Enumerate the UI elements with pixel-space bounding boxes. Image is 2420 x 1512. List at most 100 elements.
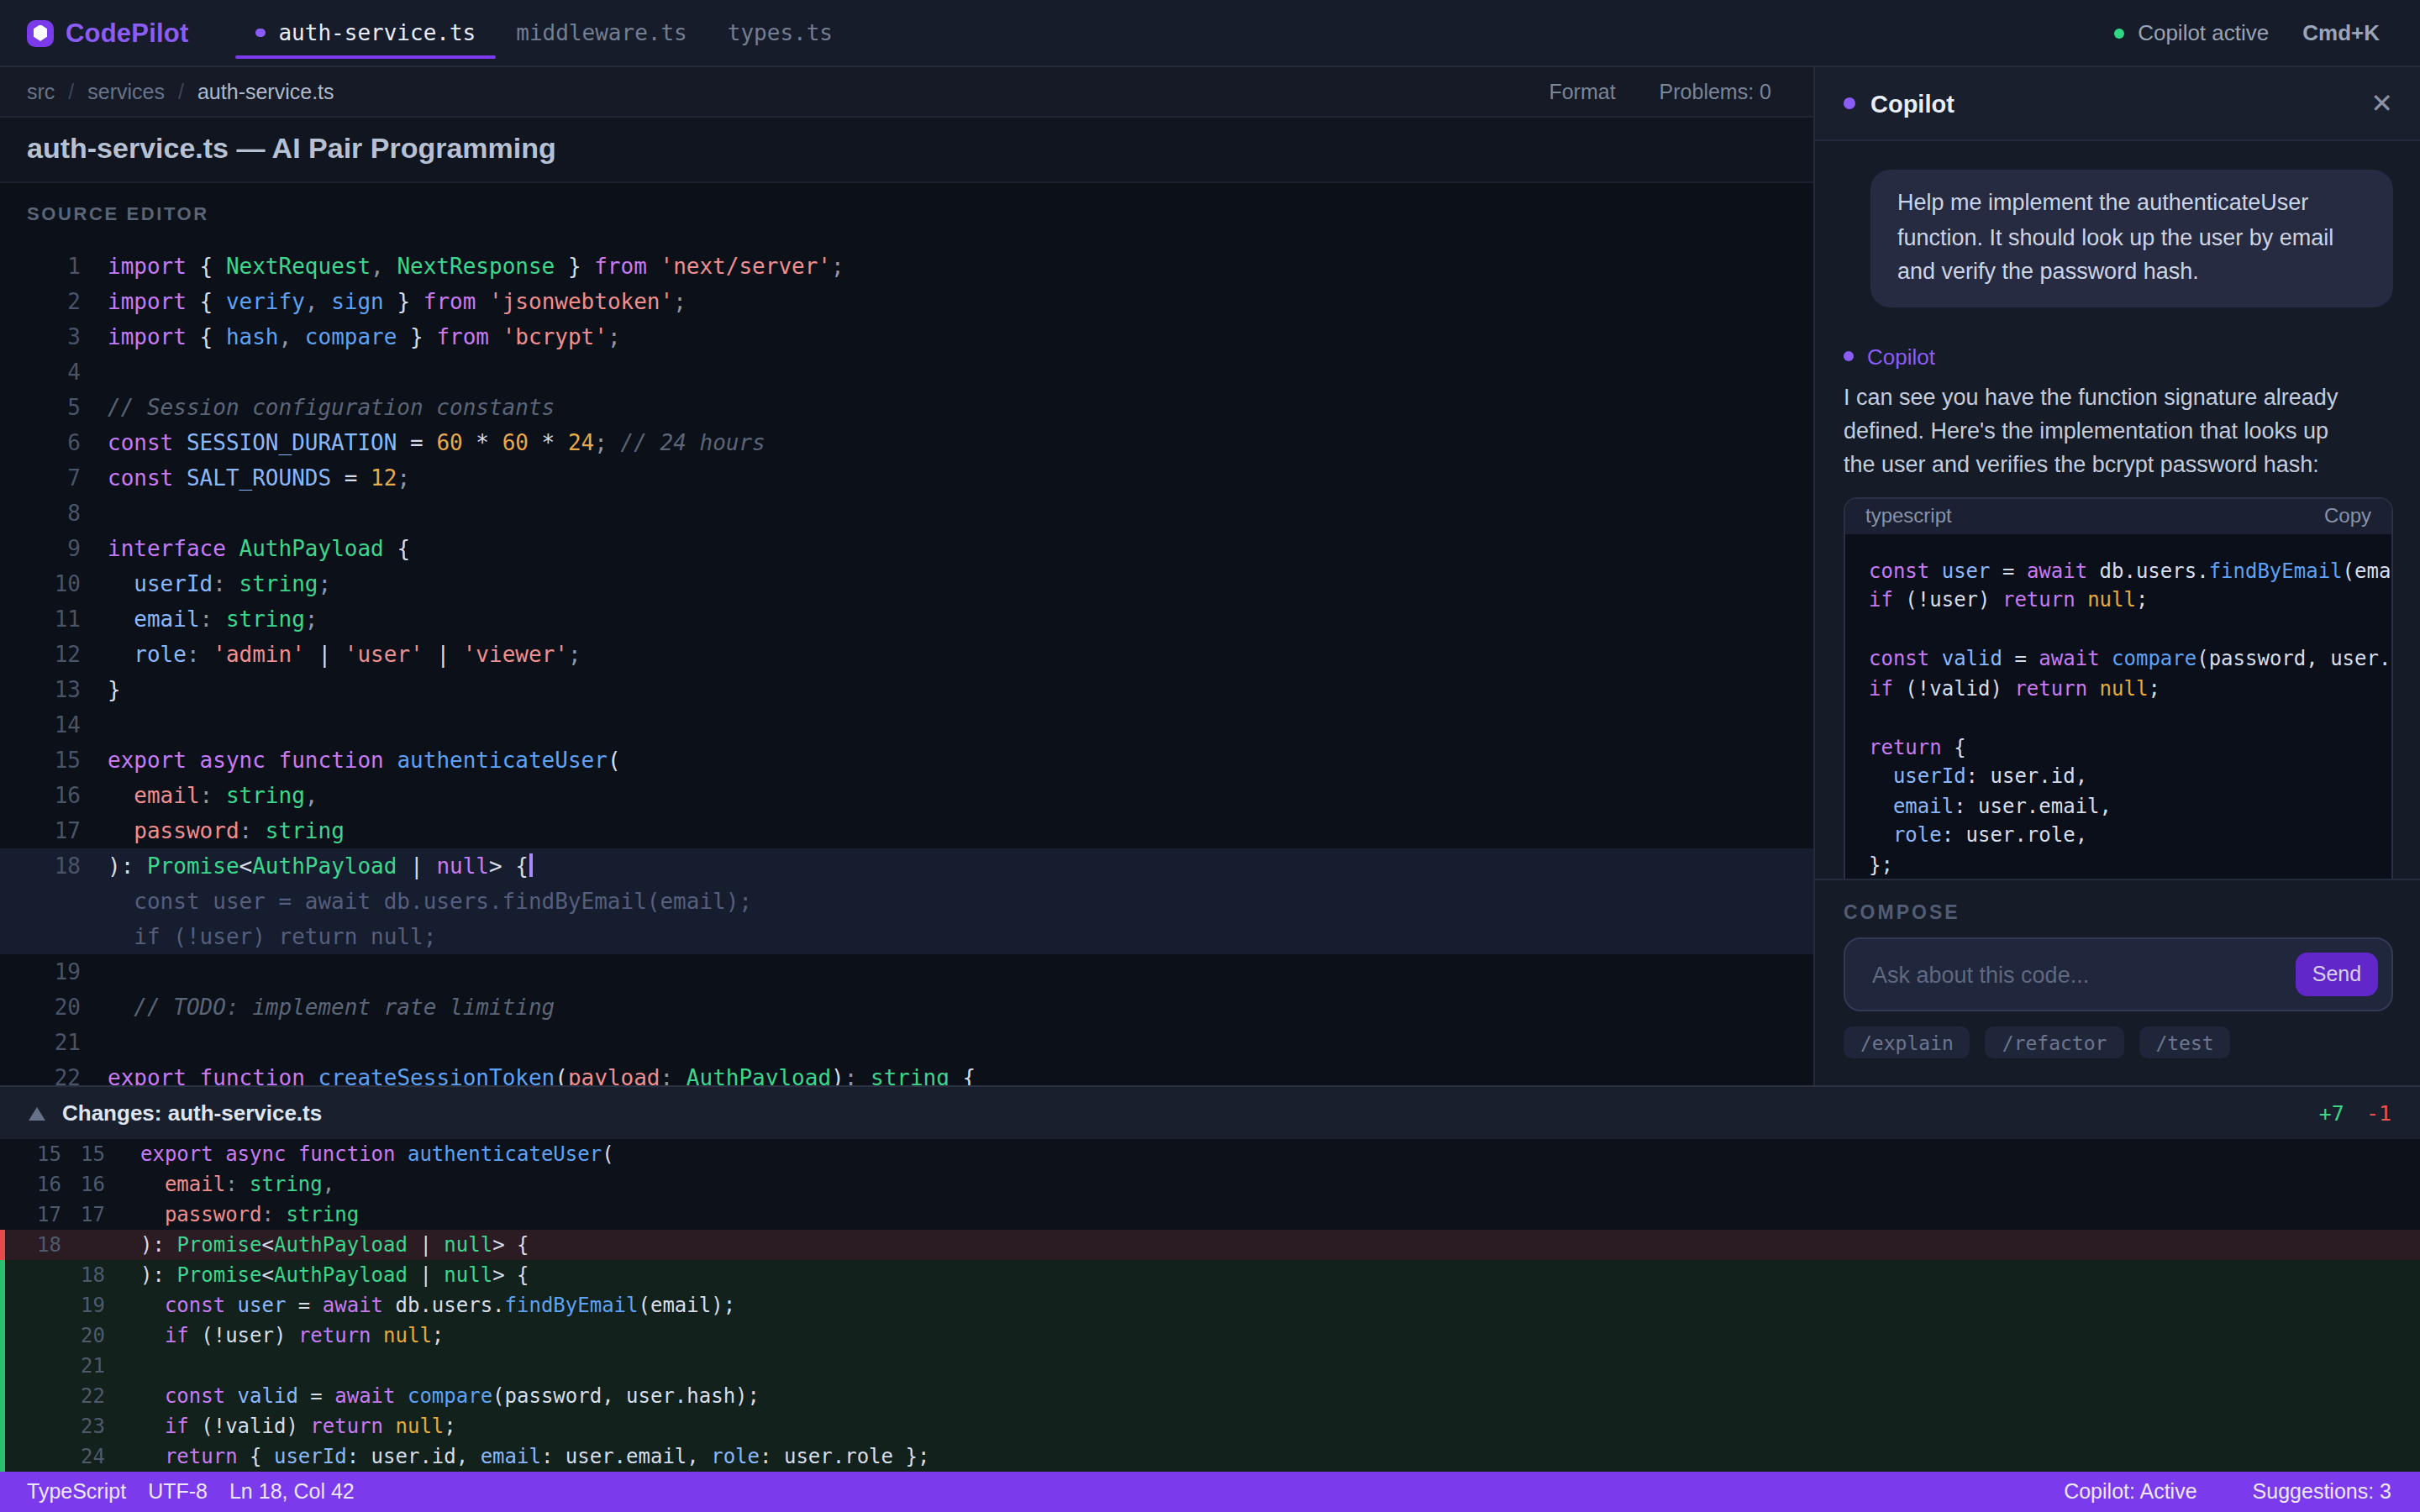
token: : [200,606,213,632]
diff-line-context[interactable]: 1616 email: string, [0,1169,2420,1200]
slash-command-chip[interactable]: /refactor [1986,1026,2124,1058]
diff-line-context[interactable]: 1515export async function authenticateUs… [0,1139,2420,1169]
token: }; [1869,853,1893,876]
token: string [871,1065,950,1085]
format-button[interactable]: Format [1549,80,1615,103]
new-line-number: 24 [61,1445,105,1468]
code-line[interactable]: 18): Promise<AuthPayload | null> { [0,848,1813,884]
code-line[interactable]: 12 role: 'admin' | 'user' | 'viewer'; [0,637,1813,672]
token: ; [444,1415,455,1438]
token: userId [1869,764,1966,788]
token: : [239,818,253,843]
code-area[interactable]: 1import { NextRequest, NextResponse } fr… [0,249,1813,1085]
line-number: 21 [0,1030,81,1055]
code-line[interactable]: 22export function createSessionToken(pay… [0,1060,1813,1085]
changes-header[interactable]: Changes: auth-service.ts +7 -1 [0,1087,2420,1139]
command-palette-shortcut[interactable]: Cmd+K [2302,20,2380,45]
new-line-number: 22 [61,1384,105,1408]
token: ; [318,571,332,596]
token: // 24 hours [621,430,765,455]
token: user [1929,559,1990,582]
code-line[interactable]: 7const SALT_ROUNDS = 12; [0,460,1813,496]
code-block-line: }; [1869,851,2368,879]
copy-button[interactable]: Copy [2324,504,2371,528]
breadcrumb-item[interactable]: src [27,80,55,103]
diff-line-code: const valid = await compare(password, us… [140,1384,760,1408]
token: : user.email, [1954,794,2112,817]
breadcrumb-item[interactable]: auth-service.ts [197,80,334,103]
send-button[interactable]: Send [2296,953,2378,996]
slash-command-chip[interactable]: /test [2139,1026,2230,1058]
ghost-suggestion-line[interactable]: if (!user) return null; [0,919,1813,954]
token: sign [318,289,384,314]
token: await [323,1294,383,1317]
diff-line-removed[interactable]: 18): Promise<AuthPayload | null> { [0,1230,2420,1260]
line-number: 20 [0,995,81,1020]
diff-line-added[interactable]: 19 const user = await db.users.findByEma… [0,1290,2420,1320]
ghost-suggestion-line[interactable]: const user = await db.users.findByEmail(… [0,884,1813,919]
diff-line-added[interactable]: 22 const valid = await compare(password,… [0,1381,2420,1411]
token: email [140,1173,225,1196]
added-count: +7 [2319,1100,2344,1126]
app: CodePilot auth-service.tsmiddleware.tsty… [0,0,2420,1512]
code-line[interactable]: 10 userId: string; [0,566,1813,601]
token: authenticateUser [396,1142,602,1166]
token: , [371,254,384,279]
code-line[interactable]: 14 [0,707,1813,743]
token: = [2002,647,2039,670]
code-line[interactable]: 11 email: string; [0,601,1813,637]
code-line[interactable]: 8 [0,496,1813,531]
user-message: Help me implement the authenticateUser f… [1870,170,2393,307]
token: , [323,1173,334,1196]
breadcrumb-item[interactable]: services [87,80,165,103]
token: : user.id, [1966,764,2088,788]
diff-line-code: ): Promise<AuthPayload | null> { [140,1263,529,1287]
token: : [262,1203,274,1226]
code-line[interactable]: 4 [0,354,1813,390]
code-line[interactable]: 1import { NextRequest, NextResponse } fr… [0,249,1813,284]
code-line[interactable]: 3import { hash, compare } from 'bcrypt'; [0,319,1813,354]
token: compare [2100,647,2197,670]
diff-line-added[interactable]: 24 return { userId: user.id, email: user… [0,1441,2420,1472]
chat-input[interactable]: Ask about this code... Send [1844,937,2393,1011]
code-line[interactable]: 13} [0,672,1813,707]
token: return [2014,676,2087,700]
code-line[interactable]: 20 // TODO: implement rate limiting [0,990,1813,1025]
token: SALT_ROUNDS [173,465,331,491]
diff-line-added[interactable]: 20 if (!user) return null; [0,1320,2420,1351]
code-line[interactable]: 15export async function authenticateUser… [0,743,1813,778]
diff-line-added[interactable]: 21 [0,1351,2420,1381]
tab-label: middleware.ts [516,20,687,45]
tab-middleware.ts[interactable]: middleware.ts [496,0,708,66]
diff-line-context[interactable]: 1717 password: string [0,1200,2420,1230]
code-line[interactable]: 16 email: string, [0,778,1813,813]
new-line-number: 17 [61,1203,105,1226]
code-line[interactable]: 6const SESSION_DURATION = 60 * 60 * 24; … [0,425,1813,460]
diff-line-added[interactable]: 18): Promise<AuthPayload | null> { [0,1260,2420,1290]
problems-indicator[interactable]: Problems: 0 [1660,80,1771,103]
code-line[interactable]: 19 [0,954,1813,990]
line-number: 22 [0,1065,81,1085]
token: const [1869,647,1929,670]
token: userId [274,1445,347,1468]
code-line[interactable]: 9interface AuthPayload { [0,531,1813,566]
token: , [305,783,318,808]
token: createSessionToken [305,1065,555,1085]
close-icon[interactable]: ✕ [2370,90,2393,117]
diff-marker [0,1200,5,1230]
code-line[interactable]: 5// Session configuration constants [0,390,1813,425]
suggested-code-block: typescript Copy const user = await db.us… [1844,496,2393,879]
code-block-line [1869,704,2368,733]
token: if (!user) return null; [108,924,436,949]
diff-line-added[interactable]: 23 if (!valid) return null; [0,1411,2420,1441]
token: await [334,1384,395,1408]
code-line[interactable]: 17 password: string [0,813,1813,848]
code-line[interactable]: 2import { verify, sign } from 'jsonwebto… [0,284,1813,319]
source-editor[interactable]: SOURCE EDITOR 1import { NextRequest, Nex… [0,183,1813,1085]
tab-auth-service.ts[interactable]: auth-service.ts [235,0,496,66]
token: * [529,430,568,455]
slash-command-chip[interactable]: /explain [1844,1026,1970,1058]
code-line[interactable]: 21 [0,1025,1813,1060]
tab-types.ts[interactable]: types.ts [708,0,853,66]
collapse-triangle-icon[interactable] [29,1106,45,1120]
